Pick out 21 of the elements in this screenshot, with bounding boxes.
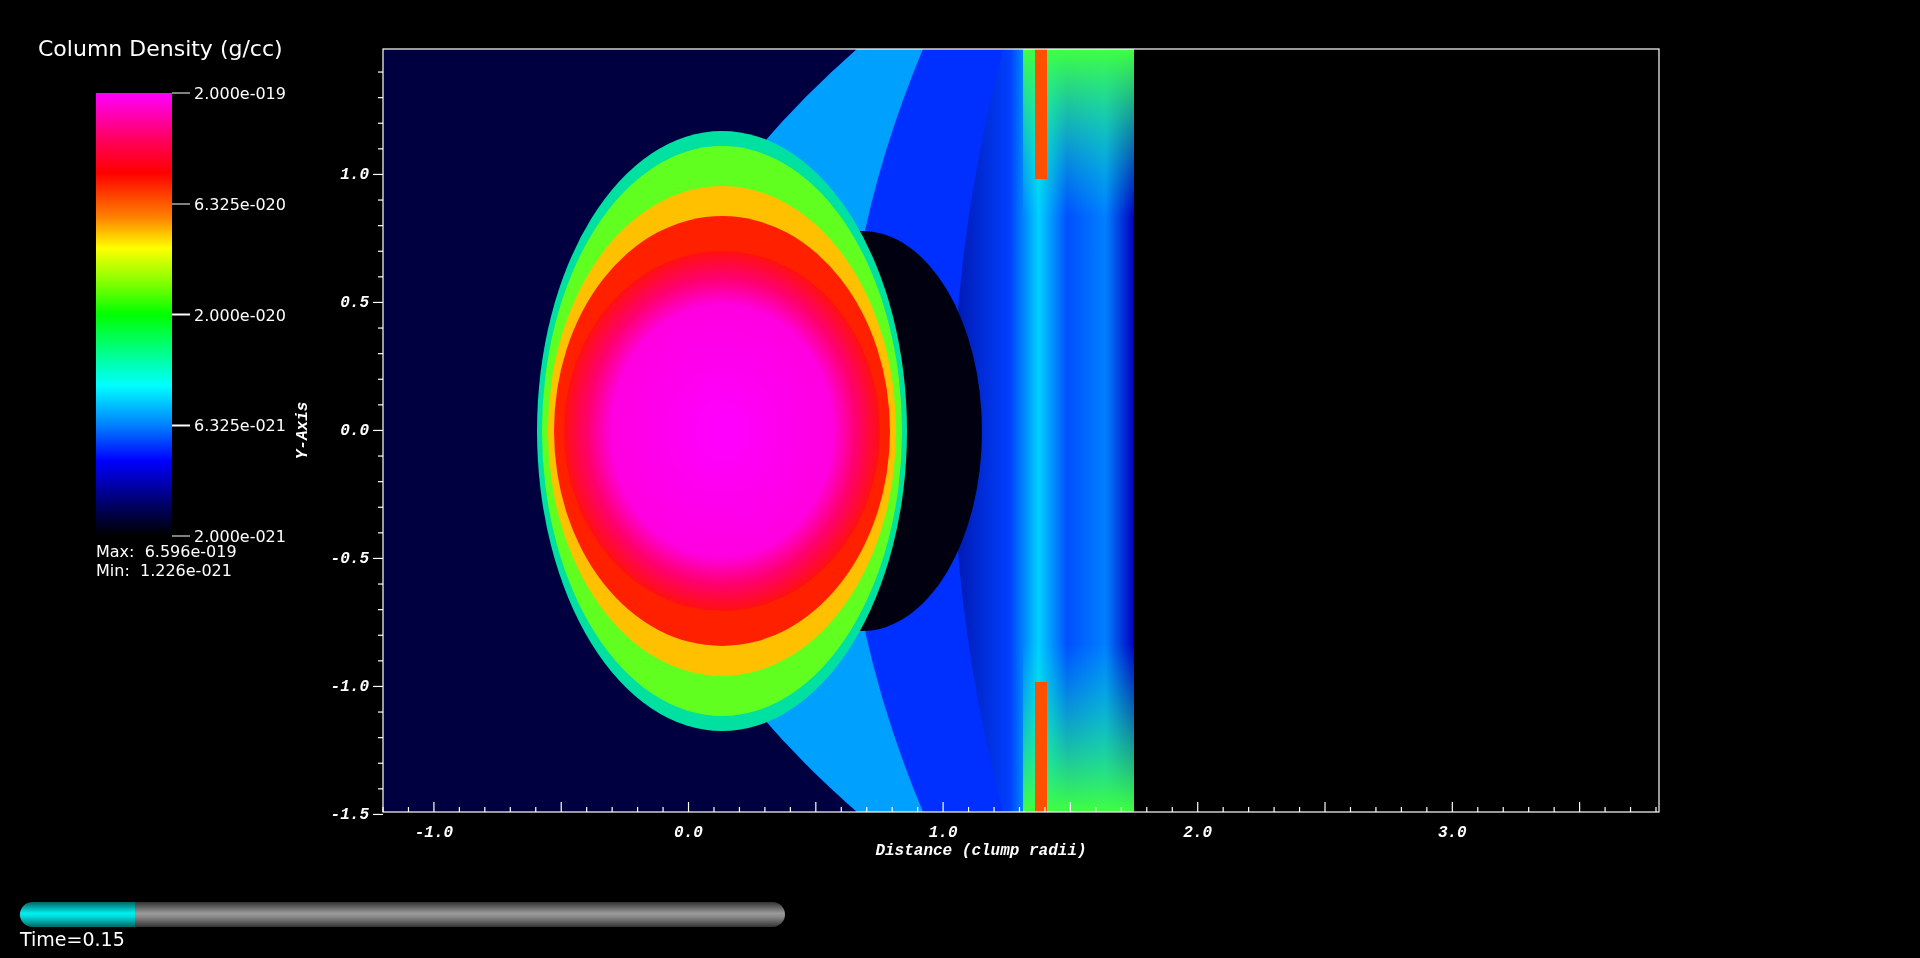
y-tick-label: 0.5 [340, 294, 369, 313]
color-bar-label: 6.325e-020 [194, 194, 286, 214]
color-bar-label: 6.325e-021 [194, 415, 286, 435]
legend-title: Column Density (g/cc) [38, 36, 280, 61]
y-tick-label: 1.0 [340, 166, 369, 185]
x-tick-label: 3.0 [1437, 824, 1467, 842]
min-value: Min: 1.226e-021 [96, 561, 233, 580]
y-tick-label: 0.0 [340, 422, 369, 441]
x-tick-label: 0.0 [674, 824, 703, 842]
y-axis-title: Y-Axis [294, 401, 312, 460]
y-tick-label: -0.5 [330, 550, 369, 569]
time-label: Time=0.15 [20, 928, 126, 950]
x-tick-label: 1.0 [928, 824, 958, 842]
color-bar-label: 2.000e-020 [194, 305, 286, 324]
x-axis-title: Distance (clump radii) [875, 842, 1087, 860]
y-tick-label: -1.0 [330, 678, 369, 697]
color-bar-label: 2.000e-019 [194, 83, 286, 103]
time-slider[interactable] [20, 902, 785, 927]
x-tick-label: 2.0 [1183, 824, 1213, 842]
x-tick-label: -1.0 [414, 824, 454, 842]
y-tick-label: -1.5 [330, 806, 369, 825]
